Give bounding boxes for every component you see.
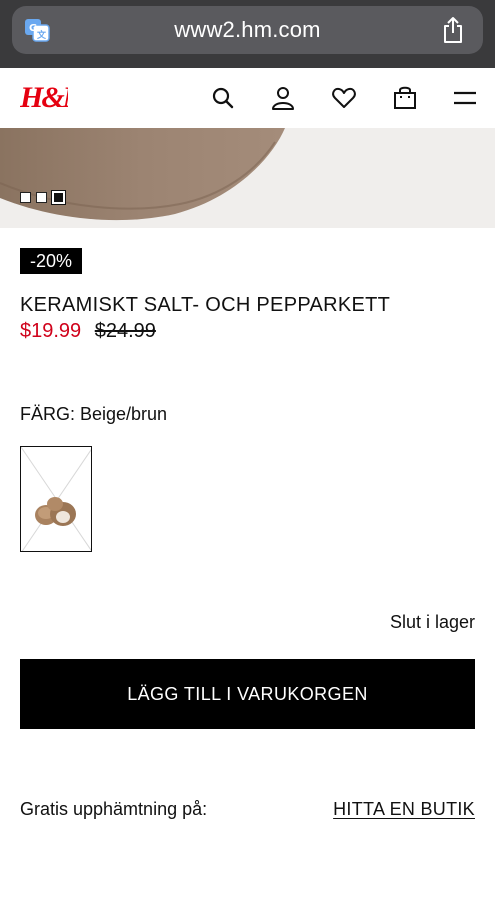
price-row: $19.99 $24.99 <box>20 320 156 343</box>
account-icon[interactable] <box>270 85 296 111</box>
sale-price: $19.99 <box>20 320 82 342</box>
color-label: FÄRG: Beige/brun <box>20 404 168 424</box>
svg-text:H&M: H&M <box>20 81 68 114</box>
gallery-dot[interactable] <box>20 192 31 203</box>
discount-badge: -20% <box>20 248 83 274</box>
product-title: KERAMISKT SALT- OCH PEPPARKETT <box>20 294 391 316</box>
find-store-link[interactable]: HITTA EN BUTIK <box>333 799 475 820</box>
bag-icon[interactable] <box>392 85 418 111</box>
browser-address-bar: G 文 www2.hm.com <box>0 0 495 68</box>
gallery-dot-active[interactable] <box>51 190 66 205</box>
search-icon[interactable] <box>210 85 236 111</box>
product-image[interactable] <box>0 128 495 228</box>
original-price: $24.99 <box>94 320 156 342</box>
url-field[interactable]: G 文 www2.hm.com <box>12 6 483 54</box>
stock-status: Slut i lager <box>389 612 475 632</box>
site-header: H&M <box>0 68 495 128</box>
gallery-dot[interactable] <box>36 192 47 203</box>
add-to-cart-button[interactable]: LÄGG TILL I VARUKORGEN <box>20 659 475 729</box>
share-icon[interactable] <box>441 16 465 44</box>
url-text: www2.hm.com <box>174 17 321 42</box>
color-swatch-beige-brown[interactable] <box>20 446 92 552</box>
swatch-image <box>21 447 91 551</box>
menu-icon[interactable] <box>452 85 478 111</box>
ceramic-bowl-image <box>0 128 495 228</box>
heart-icon[interactable] <box>331 85 357 111</box>
pickup-label: Gratis upphämtning på: <box>20 799 208 819</box>
hm-logo[interactable]: H&M <box>20 78 68 116</box>
